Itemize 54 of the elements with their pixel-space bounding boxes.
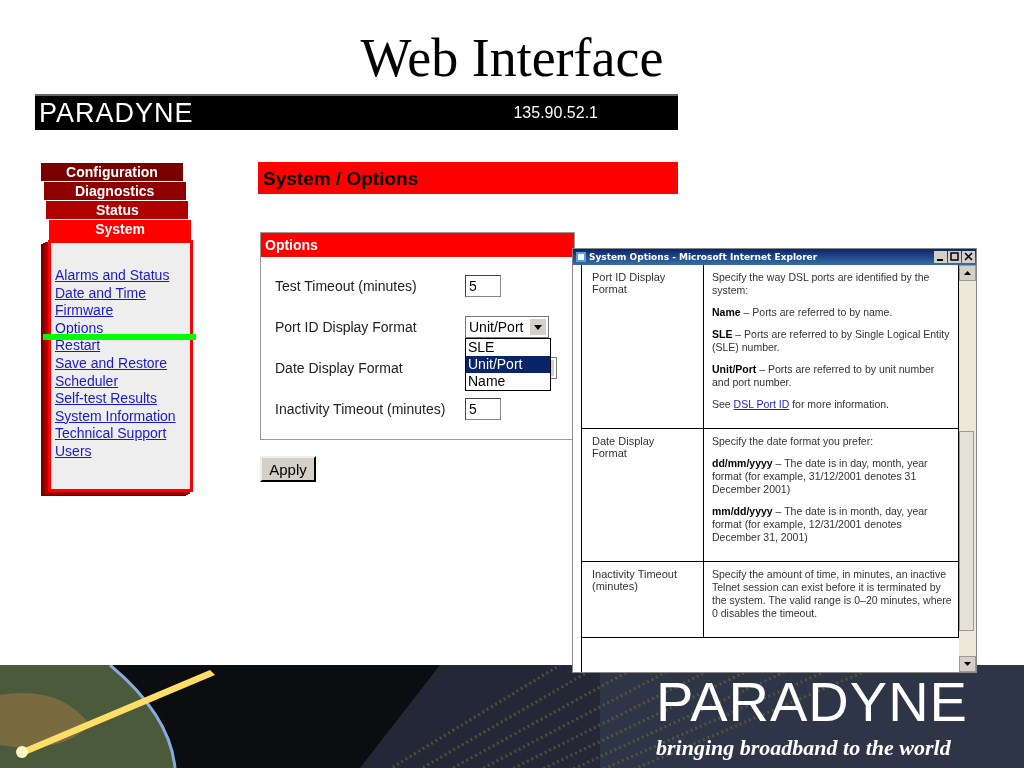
help-text: SLE – Ports are referred to by Single Logical Entity (SLE) number. [712, 328, 951, 354]
field-label: Test Timeout (minutes) [275, 278, 418, 294]
tagline: bringing broadband to the world [656, 735, 951, 761]
help-text: Specify the way DSL ports are identified by the system: [712, 271, 931, 297]
help-text: Specify the amount of time, in minutes, an inactive Telnet session can exist before it is terminated by the system. The valid range is 0–20 minutes, where 0 disables the timeout. [712, 568, 952, 620]
field-label: Date Display Format [275, 360, 404, 376]
field-label: Inactivity Timeout (minutes) [275, 401, 447, 417]
panel-title: Options [261, 233, 574, 257]
nav-link[interactable]: Alarms and Status [55, 267, 170, 285]
nav-link[interactable]: Users [55, 442, 92, 461]
page-heading: System / Options [258, 162, 678, 194]
help-text: dd/mm/yyyy – The date is in day, month, year format (for example, 31/12/2001 denotes 31 December 2001) [712, 457, 929, 496]
minimize-icon[interactable] [934, 251, 947, 263]
field-label: Port ID Display Format [275, 319, 418, 335]
scroll-up-icon[interactable] [959, 265, 976, 281]
nav-link[interactable]: Options [55, 319, 104, 338]
dropdown-option[interactable]: Unit/Port [466, 356, 550, 373]
close-icon[interactable] [962, 251, 975, 263]
input-field[interactable]: 5 [465, 398, 501, 420]
logo: PARADYNE [656, 669, 968, 734]
help-term: Port ID Display Format [582, 265, 704, 428]
help-text: Specify the date format you prefer: [712, 435, 875, 448]
logo: PARADYNE [39, 97, 194, 129]
help-link[interactable]: DSL Port ID [733, 398, 790, 410]
dropdown-option[interactable]: Name [466, 373, 550, 390]
help-term: Date Display Format [582, 429, 704, 561]
scroll-thumb[interactable] [959, 431, 974, 631]
nav-link[interactable]: Restart [55, 337, 101, 355]
nav-link[interactable]: Technical Support [55, 425, 167, 443]
ip-address: 135.90.52.1 [513, 104, 598, 122]
dropdown-option[interactable]: SLE [466, 339, 550, 356]
help-term: Inactivity Timeout (minutes) [582, 562, 704, 637]
help-text: Unit/Port – Ports are referred to by unit number and port number. [712, 363, 936, 389]
nav-link[interactable]: Scheduler [55, 372, 119, 391]
nav-link[interactable]: Self-test Results [55, 390, 157, 408]
nav-link[interactable]: System Information [55, 407, 176, 426]
nav-link[interactable]: Date and Time [55, 284, 147, 303]
nav-link[interactable]: Save and Restore [55, 354, 168, 373]
help-text: mm/dd/yyyy – The date is in month, day, year format (for example, 12/31/2001 denotes December 31, 2001) [712, 505, 929, 544]
input-field[interactable]: 5 [465, 275, 501, 297]
help-text: Name – Ports are referred to by name. [712, 306, 894, 319]
nav-tab[interactable]: Configuration [40, 162, 183, 181]
nav-link[interactable]: Firmware [55, 302, 114, 320]
nav-tab[interactable]: System [48, 219, 192, 240]
maximize-icon[interactable] [948, 251, 961, 263]
scrollbar[interactable] [959, 265, 976, 672]
apply-button[interactable]: Apply [260, 456, 316, 482]
window-title: System Options - Microsoft Internet Explorer [589, 252, 818, 262]
scroll-down-icon[interactable] [959, 656, 976, 672]
help-text: See DSL Port ID for more information. [712, 398, 891, 411]
browser-icon [575, 251, 587, 263]
nav-tab[interactable]: Diagnostics [42, 181, 186, 200]
nav-tab[interactable]: Status [45, 200, 189, 219]
slide-title: Web Interface [360, 28, 664, 88]
